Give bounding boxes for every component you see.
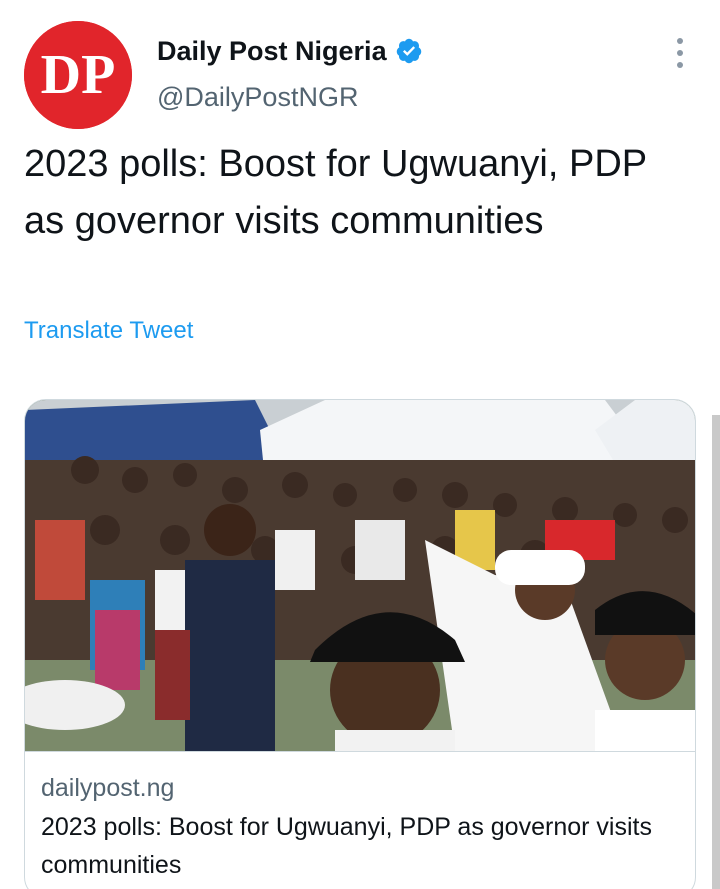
more-vertical-icon[interactable] — [670, 38, 690, 68]
avatar[interactable]: DP — [24, 21, 132, 129]
card-image[interactable] — [25, 400, 695, 751]
card-meta[interactable]: dailypost.ng 2023 polls: Boost for Ugwua… — [25, 751, 695, 884]
scrollbar[interactable] — [712, 415, 720, 889]
author-row: Daily Post Nigeria — [157, 34, 423, 68]
daily-post-logo: DP — [24, 21, 132, 129]
handle[interactable]: @DailyPostNGR — [157, 80, 358, 114]
display-name[interactable]: Daily Post Nigeria — [157, 34, 387, 68]
svg-text:DP: DP — [41, 44, 116, 106]
link-card[interactable]: dailypost.ng 2023 polls: Boost for Ugwua… — [24, 399, 696, 889]
verified-badge-icon — [395, 37, 423, 65]
tweet-text: 2023 polls: Boost for Ugwuanyi, PDP as g… — [24, 143, 647, 242]
tweet-view: DP Daily Post Nigeria @DailyPostNGR 2023… — [0, 0, 720, 889]
card-domain: dailypost.ng — [41, 774, 175, 802]
card-title: 2023 polls: Boost for Ugwuanyi, PDP as g… — [41, 813, 652, 879]
translate-tweet-link[interactable]: Translate Tweet — [24, 315, 193, 347]
